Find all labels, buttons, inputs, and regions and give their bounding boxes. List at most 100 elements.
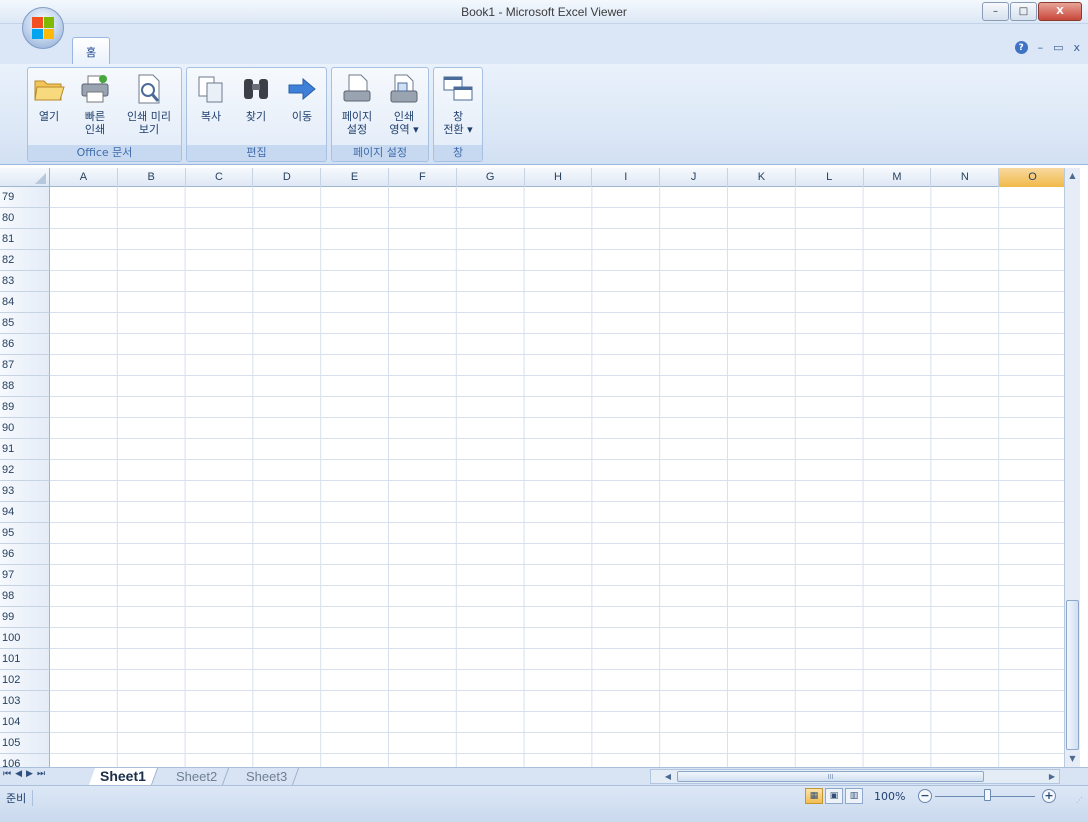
column-header-f[interactable]: F <box>389 168 457 187</box>
open-button[interactable]: 열기 <box>30 72 68 123</box>
row-header-99[interactable]: 99 <box>0 607 50 628</box>
row-header-92[interactable]: 92 <box>0 460 50 481</box>
row-header-89[interactable]: 89 <box>0 397 50 418</box>
row-header-87[interactable]: 87 <box>0 355 50 376</box>
sheet-tab-sheet1[interactable]: Sheet1 <box>88 768 159 785</box>
page-layout-view-icon[interactable]: ▣ <box>825 788 843 804</box>
row-header-84[interactable]: 84 <box>0 292 50 313</box>
horizontal-scrollbar[interactable]: ◀ III ▶ <box>650 769 1060 784</box>
status-bar: 준비 ▦ ▣ ▥ 100% − + ⋰ <box>0 785 1088 822</box>
ribbon-tab-strip: 홈 ? – ▭ x <box>0 24 1088 65</box>
row-header-81[interactable]: 81 <box>0 229 50 250</box>
scroll-up-icon[interactable]: ▲ <box>1065 168 1080 184</box>
row-header-79[interactable]: 79 <box>0 187 50 208</box>
window-controls: – □ X <box>981 2 1082 21</box>
column-header-c[interactable]: C <box>186 168 254 187</box>
switch-windows-button[interactable]: 창 전환 ▾ <box>436 72 480 136</box>
go-to-button[interactable]: 이동 <box>281 72 323 123</box>
row-header-101[interactable]: 101 <box>0 649 50 670</box>
vertical-scroll-thumb[interactable] <box>1066 600 1079 750</box>
window-title: Book1 - Microsoft Excel Viewer <box>461 5 627 19</box>
row-header-104[interactable]: 104 <box>0 712 50 733</box>
scroll-left-icon[interactable]: ◀ <box>661 770 675 783</box>
row-header-97[interactable]: 97 <box>0 565 50 586</box>
row-header-102[interactable]: 102 <box>0 670 50 691</box>
column-header-i[interactable]: I <box>592 168 661 187</box>
horizontal-scroll-thumb[interactable]: III <box>677 771 984 782</box>
quick-print-button[interactable]: 빠른 인쇄 <box>74 72 116 136</box>
first-sheet-icon[interactable]: ⏮ <box>3 769 11 779</box>
row-header-105[interactable]: 105 <box>0 733 50 754</box>
column-header-e[interactable]: E <box>321 168 389 187</box>
print-preview-button[interactable]: 인쇄 미리 보기 <box>120 72 178 136</box>
row-header-82[interactable]: 82 <box>0 250 50 271</box>
sheet-tab-sheet2[interactable]: Sheet2 <box>164 768 230 785</box>
zoom-level[interactable]: 100% <box>874 790 905 803</box>
close-button[interactable]: X <box>1038 2 1082 21</box>
scroll-down-icon[interactable]: ▼ <box>1065 751 1080 767</box>
column-header-l[interactable]: L <box>796 168 864 187</box>
group-page-setup: 페이지 설정 인쇄 영역 ▾ 페이지 설정 <box>331 67 429 162</box>
column-header-h[interactable]: H <box>525 168 593 187</box>
group-label-edit: 편집 <box>187 145 326 161</box>
column-header-m[interactable]: M <box>864 168 932 187</box>
row-header-83[interactable]: 83 <box>0 271 50 292</box>
column-header-n[interactable]: N <box>931 168 1000 187</box>
group-label-office-document: Office 문서 <box>28 145 181 161</box>
select-all-button[interactable] <box>0 168 50 187</box>
prev-sheet-icon[interactable]: ◀ <box>15 769 22 779</box>
switch-windows-icon <box>441 72 475 106</box>
row-header-106[interactable]: 106 <box>0 754 50 767</box>
row-header-94[interactable]: 94 <box>0 502 50 523</box>
ribbon: 열기 빠른 인쇄 인쇄 미리 보기 Office 문서 복사 찾기 이동 편집 … <box>0 64 1088 165</box>
row-header-96[interactable]: 96 <box>0 544 50 565</box>
row-header-100[interactable]: 100 <box>0 628 50 649</box>
row-header-91[interactable]: 91 <box>0 439 50 460</box>
maximize-button[interactable]: □ <box>1010 2 1037 21</box>
mdi-minimize-button[interactable]: – <box>1038 41 1044 54</box>
view-buttons: ▦ ▣ ▥ <box>805 788 863 804</box>
copy-button[interactable]: 복사 <box>191 72 231 123</box>
next-sheet-icon[interactable]: ▶ <box>26 769 33 779</box>
zoom-in-button[interactable]: + <box>1042 789 1056 803</box>
column-header-o[interactable]: O <box>999 168 1064 187</box>
sheet-tab-sheet3[interactable]: Sheet3 <box>234 768 300 785</box>
row-header-95[interactable]: 95 <box>0 523 50 544</box>
sheet-nav: ⏮ ◀ ▶ ⏭ <box>3 769 45 779</box>
find-button[interactable]: 찾기 <box>235 72 277 123</box>
zoom-slider-thumb[interactable] <box>984 789 991 801</box>
column-header-g[interactable]: G <box>457 168 525 187</box>
row-header-103[interactable]: 103 <box>0 691 50 712</box>
office-button[interactable] <box>22 7 64 49</box>
column-header-d[interactable]: D <box>253 168 322 187</box>
scroll-right-icon[interactable]: ▶ <box>1045 770 1059 783</box>
cell-grid[interactable] <box>50 187 1064 767</box>
help-icon[interactable]: ? <box>1014 41 1028 54</box>
row-header-86[interactable]: 86 <box>0 334 50 355</box>
column-header-a[interactable]: A <box>50 168 118 187</box>
worksheet-grid[interactable]: ABCDEFGHIJKLMNO 79 80 81 82 83 84 85 86 87 88 89 90… <box>0 168 1064 767</box>
row-header-88[interactable]: 88 <box>0 376 50 397</box>
print-area-icon <box>387 72 421 106</box>
row-header-90[interactable]: 90 <box>0 418 50 439</box>
row-header-80[interactable]: 80 <box>0 208 50 229</box>
column-header-k[interactable]: K <box>728 168 796 187</box>
resize-grip-icon[interactable]: ⋰ <box>1076 796 1086 806</box>
row-header-98[interactable]: 98 <box>0 586 50 607</box>
print-area-button[interactable]: 인쇄 영역 ▾ <box>382 72 426 136</box>
normal-view-icon[interactable]: ▦ <box>805 788 823 804</box>
minimize-button[interactable]: – <box>982 2 1009 21</box>
last-sheet-icon[interactable]: ⏭ <box>37 769 45 779</box>
row-header-93[interactable]: 93 <box>0 481 50 502</box>
tab-home[interactable]: 홈 <box>72 37 110 65</box>
page-setup-button[interactable]: 페이지 설정 <box>334 72 380 136</box>
page-break-view-icon[interactable]: ▥ <box>845 788 863 804</box>
mdi-close-button[interactable]: x <box>1073 41 1080 54</box>
column-header-j[interactable]: J <box>660 168 728 187</box>
column-header-b[interactable]: B <box>118 168 186 187</box>
group-office-document: 열기 빠른 인쇄 인쇄 미리 보기 Office 문서 <box>27 67 182 162</box>
mdi-restore-button[interactable]: ▭ <box>1053 41 1063 54</box>
zoom-out-button[interactable]: − <box>918 789 932 803</box>
vertical-scrollbar[interactable]: ▲ ▼ <box>1064 168 1080 767</box>
row-header-85[interactable]: 85 <box>0 313 50 334</box>
